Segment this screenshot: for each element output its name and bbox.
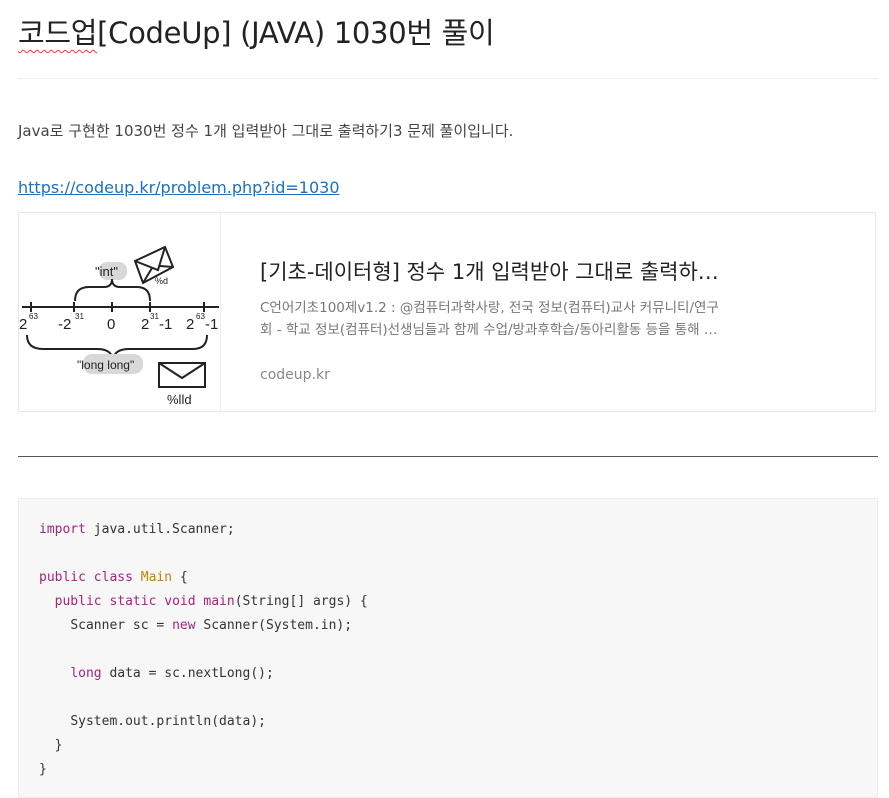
title-rest: [CodeUp] (JAVA) 1030번 풀이 <box>97 16 495 50</box>
code-line-7: } <box>54 738 63 753</box>
code-line-3: public static void main(String[] args) { <box>54 594 368 609</box>
tick-label-3: 0 <box>107 316 115 333</box>
tick-label-5-end: -1 <box>205 316 218 333</box>
code-line-6: System.out.println(data); <box>70 714 266 729</box>
code-line-2: public class Main { <box>39 570 188 585</box>
card-description-line-2: 회 - 학교 정보(컴퓨터)선생님들과 함께 수업/방과후학습/동아리활동 등을… <box>260 322 718 338</box>
tick-label-1-sup: 63 <box>29 312 38 321</box>
top-brace <box>74 278 151 302</box>
card-description-line-1: C언어기초100제v1.2 : @컴퓨터과학사랑, 전국 정보(컴퓨터)교사 커… <box>260 300 719 316</box>
page-title: 코드업[CodeUp] (JAVA) 1030번 풀이 <box>18 10 495 52</box>
tick-label-2: -2 <box>58 316 71 333</box>
int-label: "int" <box>95 264 118 279</box>
problem-link[interactable]: https://codeup.kr/problem.php?id=1030 <box>18 178 340 197</box>
longlong-label: "long long" <box>77 358 134 372</box>
tick-label-5: 2 <box>186 316 194 333</box>
tick-label-1: 2 <box>19 316 27 333</box>
code-line-8: } <box>39 762 47 777</box>
title-prefix: 코드업 <box>18 16 98 50</box>
number-line-illustration: %d "int" 2 63 -2 31 0 2 31 -1 2 63 -1 "l… <box>19 245 219 407</box>
card-thumbnail: %d "int" 2 63 -2 31 0 2 31 -1 2 63 -1 "l… <box>19 213 221 411</box>
card-description: C언어기초100제v1.2 : @컴퓨터과학사랑, 전국 정보(컴퓨터)교사 커… <box>260 297 730 341</box>
envelope-icon-2 <box>158 362 206 388</box>
code-line-5: long data = sc.nextLong(); <box>70 666 274 681</box>
tick-label-2-sup: 31 <box>75 312 84 321</box>
code-block: import java.util.Scanner; public class M… <box>18 498 878 798</box>
tick-label-4: 2 <box>141 316 149 333</box>
section-divider <box>18 456 878 457</box>
pct-lld-label: %lld <box>167 392 192 407</box>
card-title[interactable]: [기초-데이터형] 정수 1개 입력받아 그대로 출력하… <box>260 256 719 286</box>
code-line-1: import java.util.Scanner; <box>39 522 235 537</box>
pct-d-label: %d <box>155 276 168 286</box>
tick-label-4-end: -1 <box>159 316 172 333</box>
link-preview-card[interactable]: %d "int" 2 63 -2 31 0 2 31 -1 2 63 -1 "l… <box>18 212 876 412</box>
intro-text: Java로 구현한 1030번 정수 1개 입력받아 그대로 출력하기3 문제 … <box>18 122 514 140</box>
card-domain: codeup.kr <box>260 367 330 383</box>
title-divider <box>18 78 878 79</box>
code-line-4: Scanner sc = new Scanner(System.in); <box>70 618 353 633</box>
